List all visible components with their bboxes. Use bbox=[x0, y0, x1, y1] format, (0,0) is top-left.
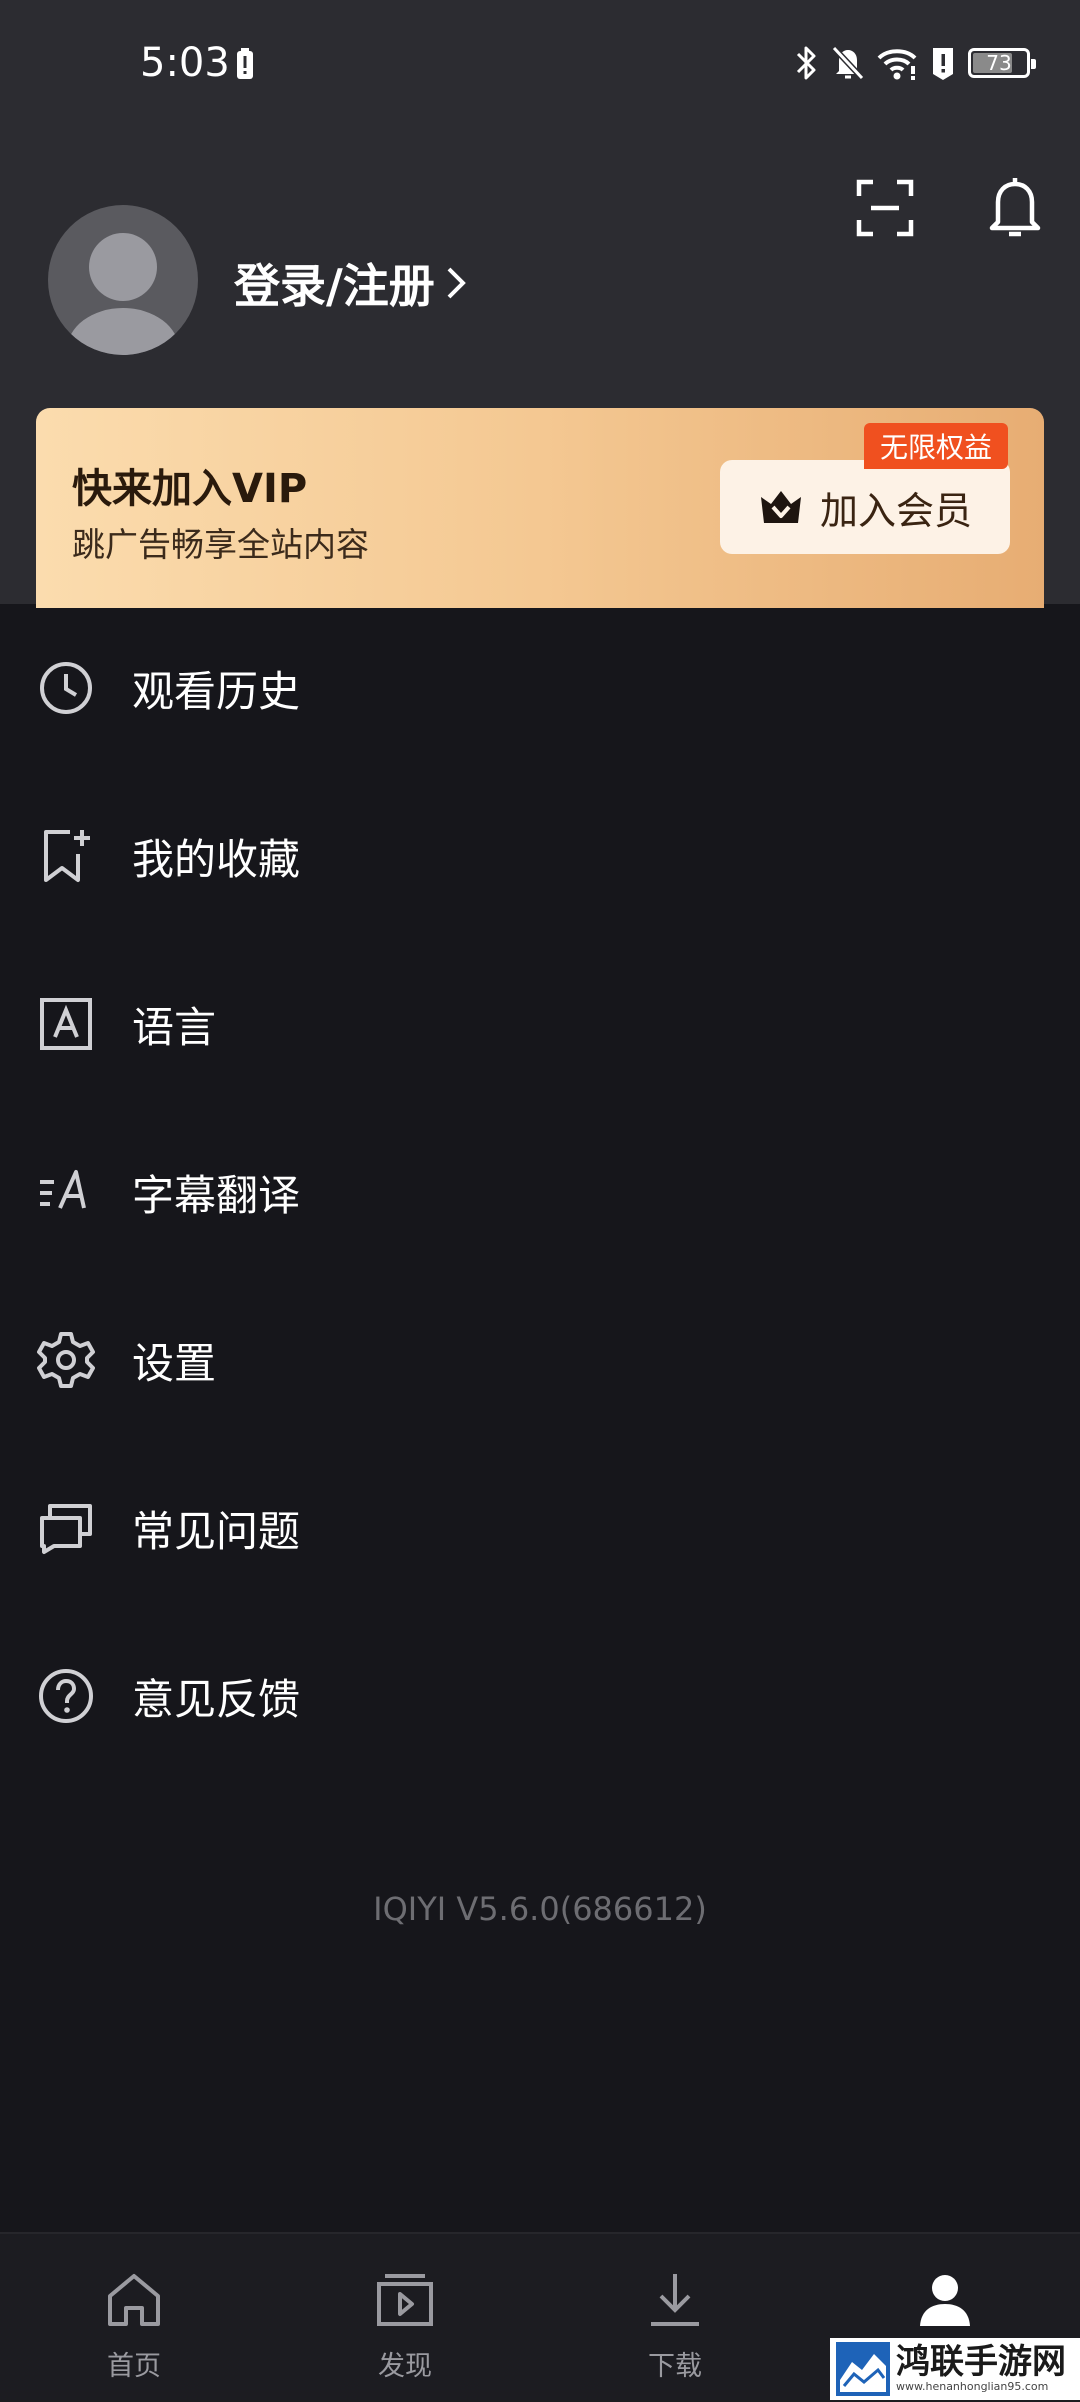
menu-item-settings[interactable]: 设置 bbox=[0, 1276, 1080, 1444]
bookmark-add-icon bbox=[44, 830, 90, 882]
menu-item-favorites[interactable]: 我的收藏 bbox=[0, 772, 1080, 940]
battery-saver-icon bbox=[933, 48, 953, 80]
scan-icon[interactable] bbox=[855, 178, 915, 238]
menu-label: 观看历史 bbox=[132, 666, 301, 716]
menu-item-feedback[interactable]: 意见反馈 bbox=[0, 1612, 1080, 1780]
mute-bell-icon bbox=[831, 45, 865, 81]
site-watermark: 鸿联手游网 www.henanhonglian95.com bbox=[830, 2338, 1080, 2400]
status-icons: 73 bbox=[794, 44, 1036, 82]
watermark-text: 鸿联手游网 bbox=[896, 2342, 1066, 2382]
download-icon bbox=[651, 2274, 699, 2326]
crown-icon bbox=[760, 491, 801, 523]
tab-home[interactable]: 首页 bbox=[34, 2234, 234, 2402]
tab-label: 发现 bbox=[378, 2351, 432, 2382]
tab-label: 首页 bbox=[107, 2351, 161, 2382]
login-register-link[interactable]: 登录/注册 bbox=[234, 250, 467, 316]
tab-download[interactable]: 下载 bbox=[575, 2234, 775, 2402]
vip-title: 快来加入VIP bbox=[72, 466, 308, 512]
bluetooth-icon bbox=[796, 46, 816, 80]
status-time: 5:03 bbox=[140, 40, 230, 86]
login-register-label: 登录/注册 bbox=[234, 259, 435, 313]
menu-label: 我的收藏 bbox=[132, 834, 301, 884]
tab-discover[interactable]: 发现 bbox=[305, 2234, 505, 2402]
menu-label: 意见反馈 bbox=[132, 1674, 301, 1724]
menu-item-faq[interactable]: 常见问题 bbox=[0, 1444, 1080, 1612]
menu-label: 语言 bbox=[132, 1002, 217, 1052]
battery-indicator: 73 bbox=[968, 48, 1036, 78]
wifi-icon bbox=[877, 49, 917, 80]
menu-label: 设置 bbox=[132, 1338, 217, 1388]
join-vip-button[interactable]: 加入会员 bbox=[720, 460, 1010, 554]
vip-benefit-badge: 无限权益 bbox=[864, 423, 1008, 469]
default-avatar-icon bbox=[67, 233, 179, 355]
chat-bubbles-icon bbox=[40, 1504, 92, 1554]
battery-level: 73 bbox=[986, 51, 1012, 75]
tab-label: 下载 bbox=[648, 2351, 702, 2382]
menu-item-watch-history[interactable]: 观看历史 bbox=[0, 604, 1080, 772]
profile-icon bbox=[920, 2275, 970, 2326]
join-vip-label: 加入会员 bbox=[819, 488, 972, 533]
profile-header: 5:03 73 登录/注册 快来加入VIP 跳广告畅享全站内容 加入会员 无限权… bbox=[0, 0, 1080, 608]
status-bar: 5:03 73 bbox=[0, 0, 1080, 130]
bell-icon[interactable] bbox=[985, 172, 1045, 240]
watermark-url: www.henanhonglian95.com bbox=[896, 2380, 1049, 2393]
clock-icon bbox=[40, 662, 92, 714]
vip-subtitle: 跳广告畅享全站内容 bbox=[72, 525, 369, 564]
menu-label: 常见问题 bbox=[132, 1506, 301, 1556]
gear-icon bbox=[37, 1332, 95, 1388]
battery-alert-icon bbox=[237, 48, 253, 79]
menu-item-language[interactable]: 语言 bbox=[0, 940, 1080, 1108]
chevron-right-icon bbox=[447, 267, 466, 299]
menu-label: 字幕翻译 bbox=[132, 1170, 301, 1220]
question-icon bbox=[39, 1669, 93, 1723]
vip-banner[interactable]: 快来加入VIP 跳广告畅享全站内容 加入会员 无限权益 bbox=[36, 408, 1044, 608]
avatar[interactable] bbox=[48, 205, 198, 355]
menu-item-subtitle-translation[interactable]: 字幕翻译 bbox=[0, 1108, 1080, 1276]
subtitle-translate-icon bbox=[40, 1170, 86, 1209]
app-version: IQIYI V5.6.0(686612) bbox=[373, 1890, 707, 1928]
watermark-logo-icon bbox=[836, 2342, 890, 2396]
language-icon bbox=[40, 998, 92, 1050]
discover-icon bbox=[377, 2274, 433, 2326]
home-icon bbox=[108, 2274, 160, 2326]
